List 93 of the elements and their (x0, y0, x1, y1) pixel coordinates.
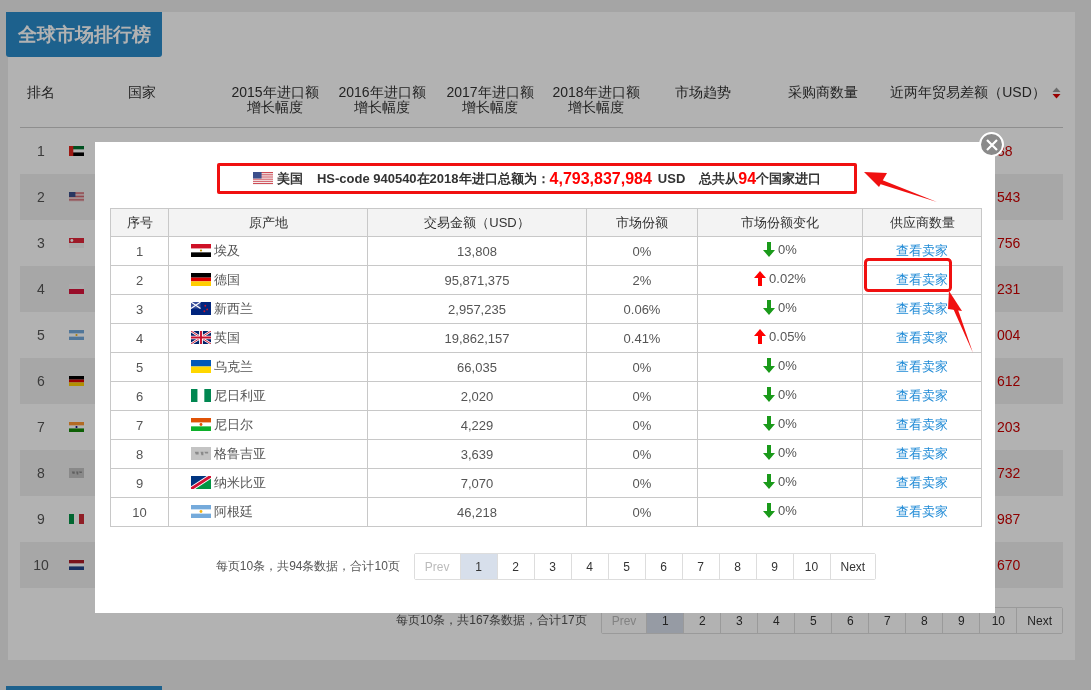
country-count: 94 (738, 169, 757, 188)
country-name: 新西兰 (214, 299, 253, 318)
table-cell: 2,957,235 (367, 294, 587, 324)
country-name: 德国 (214, 270, 240, 289)
table-cell: 0.41% (586, 323, 698, 353)
share-change: 0% (778, 358, 797, 373)
pagination-info: 每页10条，共167条数据，合计17页 (395, 612, 587, 629)
trade-difference: 203 (997, 419, 1021, 435)
table-cell: 0% (586, 381, 698, 411)
country-name: 美国 (276, 169, 303, 188)
rank-number: 3 (37, 235, 45, 251)
country-name: 纳米比亚 (214, 473, 266, 492)
trade-difference: 543 (997, 189, 1021, 205)
table-cell: 4 (110, 323, 169, 353)
trade-difference: 231 (997, 281, 1021, 297)
table-cell: 46,218 (367, 497, 587, 527)
share-change: 0% (778, 300, 797, 315)
table-cell: 0% (586, 439, 698, 469)
trade-difference: 004 (997, 327, 1021, 343)
column-header: 采购商数量 (788, 85, 858, 100)
column-header: 交易金额（USD） (367, 208, 587, 237)
import-total: 4,793,837,984 (549, 169, 652, 188)
column-header: 市场趋势 (675, 85, 731, 100)
column-header: 2015年进口额增长幅度 (230, 85, 320, 115)
share-change: 0.05% (769, 329, 806, 344)
table-cell: 0% (586, 410, 698, 440)
trade-difference: 612 (997, 373, 1021, 389)
table-cell: 2 (110, 265, 169, 295)
table-cell: 0.06% (586, 294, 698, 324)
column-header: 国家 (128, 85, 156, 100)
table-cell: 19,862,157 (367, 323, 587, 353)
rank-number: 8 (37, 465, 45, 481)
table-cell: 95,871,375 (367, 265, 587, 295)
country-name: 埃及 (214, 241, 240, 260)
summary-text: HS-code 940540在2018年进口总额为： (316, 169, 550, 186)
country-name: 乌克兰 (214, 357, 253, 376)
share-change: 0% (778, 242, 797, 257)
share-change: 0% (778, 445, 797, 460)
rank-number: 9 (37, 511, 45, 527)
table-cell: 6 (110, 381, 169, 411)
country-name: 尼日利亚 (214, 386, 266, 405)
table-cell: 0% (586, 468, 698, 498)
column-header: 供应商数量 (862, 208, 982, 237)
country-name: 阿根廷 (214, 502, 253, 521)
table-cell: 0% (586, 352, 698, 382)
pagination-info: 每页10条，共94条数据，合计10页 (215, 558, 400, 575)
summary-text: 总共从 (699, 169, 739, 188)
share-change: 0% (778, 474, 797, 489)
rank-number: 4 (37, 281, 45, 297)
table-cell: 3,639 (367, 439, 587, 469)
column-header: 市场份额 (586, 208, 698, 237)
table-cell: 10 (110, 497, 169, 527)
currency-unit: USD (657, 171, 686, 186)
rank-number: 1 (37, 143, 45, 159)
column-header: 2017年进口额增长幅度 (445, 85, 535, 115)
country-name: 尼日尔 (214, 415, 253, 434)
trade-difference: 756 (997, 235, 1021, 251)
table-cell: 8 (110, 439, 169, 469)
column-header: 原产地 (168, 208, 368, 237)
column-header: 排名 (27, 85, 55, 100)
rank-number: 5 (37, 327, 45, 343)
table-cell: 13,808 (367, 236, 587, 266)
share-change: 0% (778, 503, 797, 518)
table-cell: 2% (586, 265, 698, 295)
column-header: 序号 (110, 208, 169, 237)
table-cell: 1 (110, 236, 169, 266)
table-cell: 66,035 (367, 352, 587, 382)
table-cell: 7 (110, 410, 169, 440)
column-header: 2018年进口额增长幅度 (551, 85, 641, 115)
country-name: 英国 (214, 328, 240, 347)
rank-number: 6 (37, 373, 45, 389)
share-change: 0% (778, 416, 797, 431)
table-cell: 7,070 (367, 468, 587, 498)
rank-number: 10 (33, 557, 49, 573)
table-cell: 0% (586, 236, 698, 266)
column-header: 2016年进口额增长幅度 (337, 85, 427, 115)
rank-number: 2 (37, 189, 45, 205)
column-header: 市场份额变化 (697, 208, 863, 237)
table-cell: 4,229 (367, 410, 587, 440)
table-cell: 2,020 (367, 381, 587, 411)
country-name: 格鲁吉亚 (214, 444, 266, 463)
trade-difference: 732 (997, 465, 1021, 481)
table-cell: 0% (586, 497, 698, 527)
table-cell: 5 (110, 352, 169, 382)
trade-difference: 987 (997, 511, 1021, 527)
share-change: 0.02% (769, 271, 806, 286)
summary-text: 个国家进口 (756, 169, 822, 188)
rank-number: 7 (37, 419, 45, 435)
section-title: 全球市场排行榜 (6, 12, 162, 57)
table-cell: 9 (110, 468, 169, 498)
share-change: 0% (778, 387, 797, 402)
table-cell: 3 (110, 294, 169, 324)
trade-difference: 670 (997, 557, 1021, 573)
